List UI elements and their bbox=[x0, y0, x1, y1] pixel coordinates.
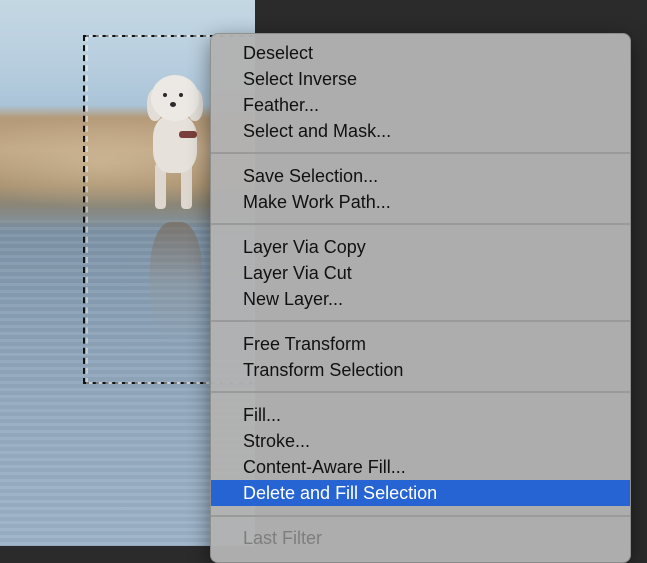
menu-separator bbox=[211, 515, 630, 517]
menu-item-deselect[interactable]: Deselect bbox=[211, 40, 630, 66]
menu-item-new-layer[interactable]: New Layer... bbox=[211, 286, 630, 312]
menu-separator bbox=[211, 223, 630, 225]
menu-item-last-filter: Last Filter bbox=[243, 528, 323, 548]
menu-item-layer-via-cut[interactable]: Layer Via Cut bbox=[211, 260, 630, 286]
menu-separator bbox=[211, 320, 630, 322]
menu-item-delete-and-fill-selection[interactable]: Delete and Fill Selection bbox=[211, 480, 630, 506]
menu-item-layer-via-copy[interactable]: Layer Via Copy bbox=[211, 234, 630, 260]
menu-separator bbox=[211, 152, 630, 154]
menu-item-fill[interactable]: Fill... bbox=[211, 402, 630, 428]
menu-item-content-aware-fill[interactable]: Content-Aware Fill... bbox=[211, 454, 630, 480]
menu-item-make-work-path[interactable]: Make Work Path... bbox=[211, 189, 630, 215]
menu-item-stroke[interactable]: Stroke... bbox=[211, 428, 630, 454]
menu-item-select-and-mask[interactable]: Select and Mask... bbox=[211, 118, 630, 144]
menu-item-select-inverse[interactable]: Select Inverse bbox=[211, 66, 630, 92]
menu-item-feather[interactable]: Feather... bbox=[211, 92, 630, 118]
menu-item-transform-selection[interactable]: Transform Selection bbox=[211, 357, 630, 383]
menu-item-save-selection[interactable]: Save Selection... bbox=[211, 163, 630, 189]
menu-item-free-transform[interactable]: Free Transform bbox=[211, 331, 630, 357]
menu-separator bbox=[211, 391, 630, 393]
context-menu: Deselect Select Inverse Feather... Selec… bbox=[210, 33, 631, 563]
